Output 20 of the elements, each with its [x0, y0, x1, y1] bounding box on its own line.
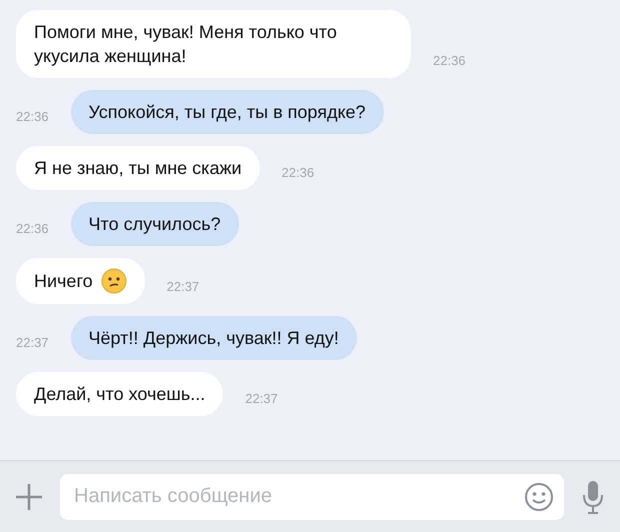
message-time: 22:37 [245, 391, 278, 408]
microphone-icon[interactable] [580, 478, 606, 514]
message-text: Успокойся, ты где, ты в порядке? [88, 101, 366, 124]
message-time: 22:36 [16, 109, 49, 126]
message-text: Что случилось? [88, 213, 221, 236]
message-field[interactable]: Написать сообщение [60, 474, 564, 520]
plus-icon[interactable] [14, 482, 44, 512]
smiley-icon[interactable] [524, 482, 554, 512]
message-text: Делай, что хочешь... [34, 383, 206, 406]
message-time: 22:37 [166, 279, 200, 296]
confused-face-icon [100, 268, 127, 294]
message-time: 22:36 [16, 221, 49, 238]
message-text: Помоги мне, чувак! Меня только что укусила женщина! [34, 21, 338, 68]
message-time: 22:36 [433, 53, 466, 70]
message-input[interactable]: Написать сообщение [72, 484, 524, 509]
message-text: Я не знаю, ты мне скажи [34, 157, 242, 180]
message-text: Чёрт!! Держись, чувак!! Я еду! [88, 327, 339, 350]
message-time: 22:36 [282, 165, 314, 182]
message-text: Ничего [34, 270, 93, 293]
message-time: 22:37 [16, 335, 49, 352]
